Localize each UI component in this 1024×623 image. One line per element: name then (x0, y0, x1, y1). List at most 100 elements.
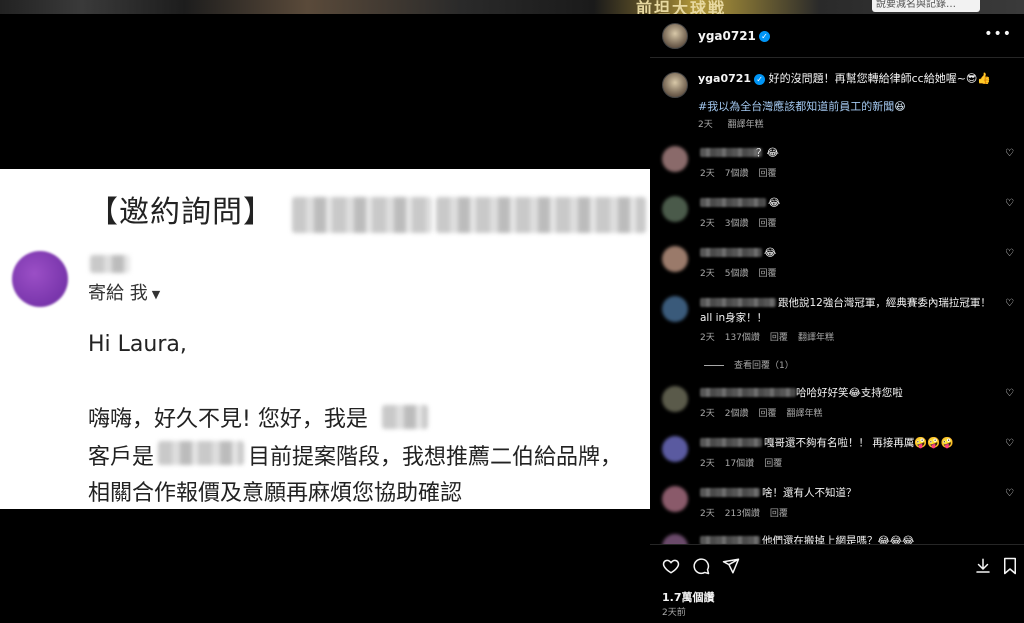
hashtag-emoji: 😆 (894, 100, 906, 113)
divider-dash (704, 365, 724, 366)
caret-down-icon: ▼ (151, 287, 161, 301)
background-strip: 前坦大球戦 說要減名與記錄… (0, 0, 1024, 14)
comment-text: 他們還在搬掉上網是嗎？😂😂😂 (762, 535, 915, 544)
heart-icon[interactable]: ♡ (1005, 488, 1014, 499)
more-icon[interactable]: ••• (984, 26, 1012, 42)
caption-time: 2天 (698, 120, 713, 130)
email-body-line-2: 客戶是 (88, 445, 155, 470)
translate-link[interactable]: 翻譯年糕 (798, 333, 834, 343)
blurred-subject-part-2 (436, 197, 646, 233)
verified-icon: ✓ (754, 73, 766, 85)
blurred-sender-name (90, 255, 130, 273)
reply-button[interactable]: 回覆 (758, 269, 776, 279)
email-greeting: Hi Laura, (88, 332, 187, 357)
commenter-name-blurred[interactable] (700, 438, 762, 447)
caption-translate-link[interactable]: 翻譯年糕 (728, 120, 764, 130)
reply-button[interactable]: 回覆 (770, 509, 788, 519)
comment-likes[interactable]: 7個讚 (725, 169, 749, 179)
commenter-avatar[interactable] (662, 296, 688, 322)
heart-icon[interactable]: ♡ (1005, 198, 1014, 209)
comment-icon[interactable] (692, 557, 710, 575)
caption: yga0721 ✓ 好的沒問題！再幫您轉給律師cc給她喔~😎👍 (698, 71, 1018, 87)
caption-meta: 2天 翻譯年糕 (698, 117, 776, 130)
heart-icon[interactable]: ♡ (1005, 148, 1014, 159)
comment-meta: 2天 7個讚 回覆 (700, 166, 786, 179)
comment-likes[interactable]: 137個讚 (725, 333, 760, 343)
heart-icon[interactable]: ♡ (1005, 298, 1014, 309)
comment-meta: 2天 137個讚 回覆 翻譯年糕 (700, 330, 844, 343)
commenter-name-blurred[interactable] (700, 148, 762, 157)
comment-meta: 2天 17個讚 回覆 (700, 456, 792, 469)
comment-likes[interactable]: 3個讚 (725, 219, 749, 229)
action-bar: 1.7萬個讚 2天前 (650, 544, 1024, 623)
comment-time: 2天 (700, 333, 715, 343)
comment-meta: 2天 2個讚 回覆 翻譯年糕 (700, 406, 833, 419)
comment-text: 啥！還有人不知道？ (762, 487, 857, 499)
commenter-avatar[interactable] (662, 534, 688, 544)
comment-time: 2天 (700, 409, 715, 419)
commenter-name-blurred[interactable] (700, 536, 760, 544)
background-banner-text: 前坦大球戦 (636, 0, 727, 14)
blurred-client (158, 441, 244, 465)
reply-button[interactable]: 回覆 (764, 459, 782, 469)
commenter-name-blurred[interactable] (700, 388, 796, 397)
commenter-avatar[interactable] (662, 246, 688, 272)
reply-button[interactable]: 回覆 (758, 219, 776, 229)
view-replies-button[interactable]: 查看回覆（1） (704, 358, 794, 371)
commenter-avatar[interactable] (662, 486, 688, 512)
comment-time: 2天 (700, 219, 715, 229)
comment-time: 2天 (700, 459, 715, 469)
comment-likes[interactable]: 2個讚 (725, 409, 749, 419)
comment-text: ？😂 (756, 147, 779, 159)
comments-list[interactable]: ？😂 ♡ 2天 7個讚 回覆 😂 ♡ 2天 3個讚 回覆 😂 ♡ 2天 5個讚 回覆 跟他說… (650, 136, 1024, 544)
heart-icon[interactable] (662, 557, 680, 575)
commenter-name-blurred[interactable] (700, 298, 776, 307)
post-header: yga0721 ✓ ••• (650, 14, 1024, 58)
comment-likes[interactable]: 213個讚 (725, 509, 760, 519)
email-body-line-4: 相關合作報價及意願再麻煩您協助確認 (88, 481, 463, 506)
comment-text: 哈哈好好笑😂支持您啦 (796, 387, 903, 399)
comment-time: 2天 (700, 269, 715, 279)
commenter-avatar[interactable] (662, 436, 688, 462)
comment-text: 跟他說12強台灣冠軍，經典賽委內瑞拉冠軍！ (778, 297, 991, 309)
author-username[interactable]: yga0721 ✓ (698, 29, 770, 43)
translate-link[interactable]: 翻譯年糕 (786, 409, 822, 419)
commenter-avatar[interactable] (662, 146, 688, 172)
heart-icon[interactable]: ♡ (1005, 438, 1014, 449)
caption-hashtag-line: #我以為全台灣應該都知道前員工的新聞😆 (698, 98, 906, 114)
recipient-label: 寄給 我 (88, 283, 148, 304)
commenter-name-blurred[interactable] (700, 198, 766, 207)
blurred-subject-part-1 (292, 197, 432, 233)
caption-avatar[interactable] (662, 72, 688, 98)
sender-avatar (12, 251, 68, 307)
comment-likes[interactable]: 5個讚 (725, 269, 749, 279)
comment-meta: 2天 5個讚 回覆 (700, 266, 786, 279)
download-icon[interactable] (974, 557, 992, 575)
comment-text: 嘎哥還不夠有名啦！！ 再接再厲🤪🤪🤪 (764, 437, 954, 449)
heart-icon[interactable]: ♡ (1005, 388, 1014, 399)
comment-meta: 2天 213個讚 回覆 (700, 506, 798, 519)
caption-username[interactable]: yga0721 (698, 72, 751, 85)
hashtag-link[interactable]: #我以為全台灣應該都知道前員工的新聞 (698, 100, 894, 113)
reply-button[interactable]: 回覆 (770, 333, 788, 343)
email-recipient: 寄給 我 ▼ (88, 279, 160, 305)
commenter-avatar[interactable] (662, 196, 688, 222)
reply-button[interactable]: 回覆 (758, 409, 776, 419)
save-icon[interactable] (1002, 557, 1018, 575)
background-search-text: 說要減名與記錄… (872, 0, 980, 12)
comment-time: 2天 (700, 509, 715, 519)
comment-likes[interactable]: 17個讚 (725, 459, 754, 469)
post-sidebar: yga0721 ✓ ••• yga0721 ✓ 好的沒問題！再幫您轉給律師cc給她喔… (650, 14, 1024, 623)
likes-count[interactable]: 1.7萬個讚 (662, 589, 715, 605)
post-media[interactable]: 【邀約詢問】 寄給 我 ▼ Hi Laura, 嗨嗨，好久不見! 您好，我是 客戶… (0, 14, 650, 623)
email-body-line-3: 目前提案階段，我想推薦二伯給品牌， (248, 445, 623, 470)
commenter-name-blurred[interactable] (700, 248, 762, 257)
heart-icon[interactable]: ♡ (1005, 248, 1014, 259)
reply-button[interactable]: 回覆 (758, 169, 776, 179)
share-icon[interactable] (722, 557, 740, 575)
view-replies-label[interactable]: 查看回覆（1） (734, 361, 794, 371)
commenter-avatar[interactable] (662, 386, 688, 412)
commenter-name-blurred[interactable] (700, 488, 760, 497)
author-avatar[interactable] (662, 23, 688, 49)
author-username-text[interactable]: yga0721 (698, 29, 756, 43)
